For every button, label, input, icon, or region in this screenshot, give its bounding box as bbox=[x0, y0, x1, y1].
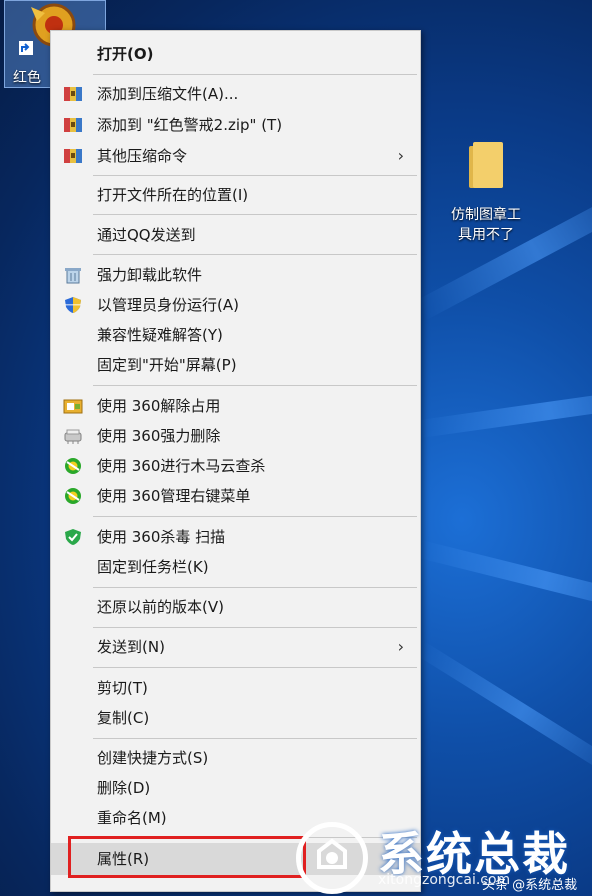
menu-item-add-to-archive[interactable]: 添加到压缩文件(A)... bbox=[51, 79, 420, 109]
desktop-light-beam bbox=[418, 383, 592, 438]
menu-item-delete[interactable]: 删除(D) bbox=[51, 773, 420, 803]
menu-item-rename[interactable]: 重命名(M) bbox=[51, 803, 420, 833]
menu-item-label: 打开(O) bbox=[97, 45, 154, 63]
menu-item-copy[interactable]: 复制(C) bbox=[51, 703, 420, 733]
menu-item-send-to[interactable]: 发送到(N) › bbox=[51, 632, 420, 662]
submenu-chevron-icon: › bbox=[397, 637, 404, 656]
trash-icon bbox=[65, 268, 81, 284]
menu-item-label: 剪切(T) bbox=[97, 679, 148, 697]
360-icon bbox=[65, 488, 81, 504]
shredder-icon bbox=[64, 429, 82, 444]
menu-item-label: 通过QQ发送到 bbox=[97, 226, 196, 244]
unlock-icon bbox=[63, 399, 83, 414]
context-menu: 打开(O) 添加到压缩文件(A)... 添加到 "红色警戒2.zip" (T) … bbox=[50, 30, 421, 892]
folder-icon bbox=[467, 140, 505, 188]
desktop-icon-label: 红色 bbox=[13, 70, 41, 86]
menu-item-label: 使用 360解除占用 bbox=[97, 397, 221, 415]
menu-item-pin-to-start[interactable]: 固定到"开始"屏幕(P) bbox=[51, 350, 420, 380]
desktop-light-beam bbox=[417, 540, 592, 621]
menu-item-label: 发送到(N) bbox=[97, 638, 165, 656]
menu-item-send-via-qq[interactable]: 通过QQ发送到 bbox=[51, 220, 420, 250]
archive-icon bbox=[64, 118, 82, 132]
menu-item-360-force-delete[interactable]: 使用 360强力删除 bbox=[51, 421, 420, 451]
menu-item-pin-to-taskbar[interactable]: 固定到任务栏(K) bbox=[51, 552, 420, 582]
menu-separator bbox=[93, 254, 417, 255]
menu-item-other-compress[interactable]: 其他压缩命令 › bbox=[51, 141, 420, 171]
shield-icon bbox=[65, 297, 81, 313]
menu-item-360-trojan-scan[interactable]: 使用 360进行木马云查杀 bbox=[51, 451, 420, 481]
menu-separator bbox=[93, 627, 417, 628]
shortcut-arrow-icon bbox=[19, 41, 33, 55]
menu-item-label: 创建快捷方式(S) bbox=[97, 749, 209, 767]
menu-item-run-as-admin[interactable]: 以管理员身份运行(A) bbox=[51, 290, 420, 320]
menu-item-label: 强力卸载此软件 bbox=[97, 266, 203, 284]
menu-item-label: 添加到压缩文件(A)... bbox=[97, 85, 239, 103]
menu-separator bbox=[93, 516, 417, 517]
menu-item-label: 添加到 "红色警戒2.zip" (T) bbox=[97, 116, 283, 134]
menu-separator bbox=[93, 74, 417, 75]
menu-item-open[interactable]: 打开(O) bbox=[51, 39, 420, 69]
menu-item-label: 使用 360管理右键菜单 bbox=[97, 487, 251, 505]
menu-item-add-to-zip[interactable]: 添加到 "红色警戒2.zip" (T) bbox=[51, 110, 420, 140]
menu-item-restore-previous[interactable]: 还原以前的版本(V) bbox=[51, 592, 420, 622]
menu-item-label: 固定到"开始"屏幕(P) bbox=[97, 356, 237, 374]
watermark-logo-icon bbox=[296, 822, 368, 894]
menu-separator bbox=[93, 214, 417, 215]
menu-item-360-manage-menu[interactable]: 使用 360管理右键菜单 bbox=[51, 481, 420, 511]
watermark-source: 头条 @系统总裁 bbox=[482, 878, 578, 893]
menu-item-compat-troubleshoot[interactable]: 兼容性疑难解答(Y) bbox=[51, 320, 420, 350]
folder-label-line1: 仿制图章工 bbox=[451, 207, 521, 223]
submenu-chevron-icon: › bbox=[397, 146, 404, 165]
menu-item-360-antivirus-scan[interactable]: 使用 360杀毒 扫描 bbox=[51, 522, 420, 552]
menu-separator bbox=[93, 587, 417, 588]
menu-item-label: 打开文件所在的位置(I) bbox=[97, 186, 249, 204]
folder-label-line2: 具用不了 bbox=[458, 227, 514, 243]
menu-item-label: 还原以前的版本(V) bbox=[97, 598, 224, 616]
menu-item-label: 使用 360强力删除 bbox=[97, 427, 221, 445]
menu-item-label: 其他压缩命令 bbox=[97, 147, 188, 165]
desktop-folder-icon[interactable]: 仿制图章工 具用不了 bbox=[436, 140, 536, 250]
menu-separator bbox=[93, 667, 417, 668]
menu-separator bbox=[93, 738, 417, 739]
menu-separator bbox=[93, 175, 417, 176]
highlight-annotation-box bbox=[68, 836, 306, 878]
archive-icon bbox=[64, 149, 82, 163]
menu-separator bbox=[93, 385, 417, 386]
360-antivirus-icon bbox=[65, 529, 81, 545]
menu-item-label: 复制(C) bbox=[97, 709, 150, 727]
360-icon bbox=[65, 458, 81, 474]
menu-item-label: 重命名(M) bbox=[97, 809, 167, 827]
archive-icon bbox=[64, 87, 82, 101]
desktop-light-beam bbox=[415, 641, 592, 782]
menu-item-label: 兼容性疑难解答(Y) bbox=[97, 326, 223, 344]
menu-item-360-unlock[interactable]: 使用 360解除占用 bbox=[51, 391, 420, 421]
menu-item-label: 固定到任务栏(K) bbox=[97, 558, 209, 576]
menu-item-label: 使用 360进行木马云查杀 bbox=[97, 457, 266, 475]
menu-item-label: 以管理员身份运行(A) bbox=[97, 296, 239, 314]
menu-item-label: 使用 360杀毒 扫描 bbox=[97, 528, 226, 546]
menu-item-cut[interactable]: 剪切(T) bbox=[51, 673, 420, 703]
menu-item-create-shortcut[interactable]: 创建快捷方式(S) bbox=[51, 743, 420, 773]
menu-item-force-uninstall[interactable]: 强力卸载此软件 bbox=[51, 260, 420, 290]
menu-item-open-file-location[interactable]: 打开文件所在的位置(I) bbox=[51, 180, 420, 210]
menu-item-label: 删除(D) bbox=[97, 779, 151, 797]
